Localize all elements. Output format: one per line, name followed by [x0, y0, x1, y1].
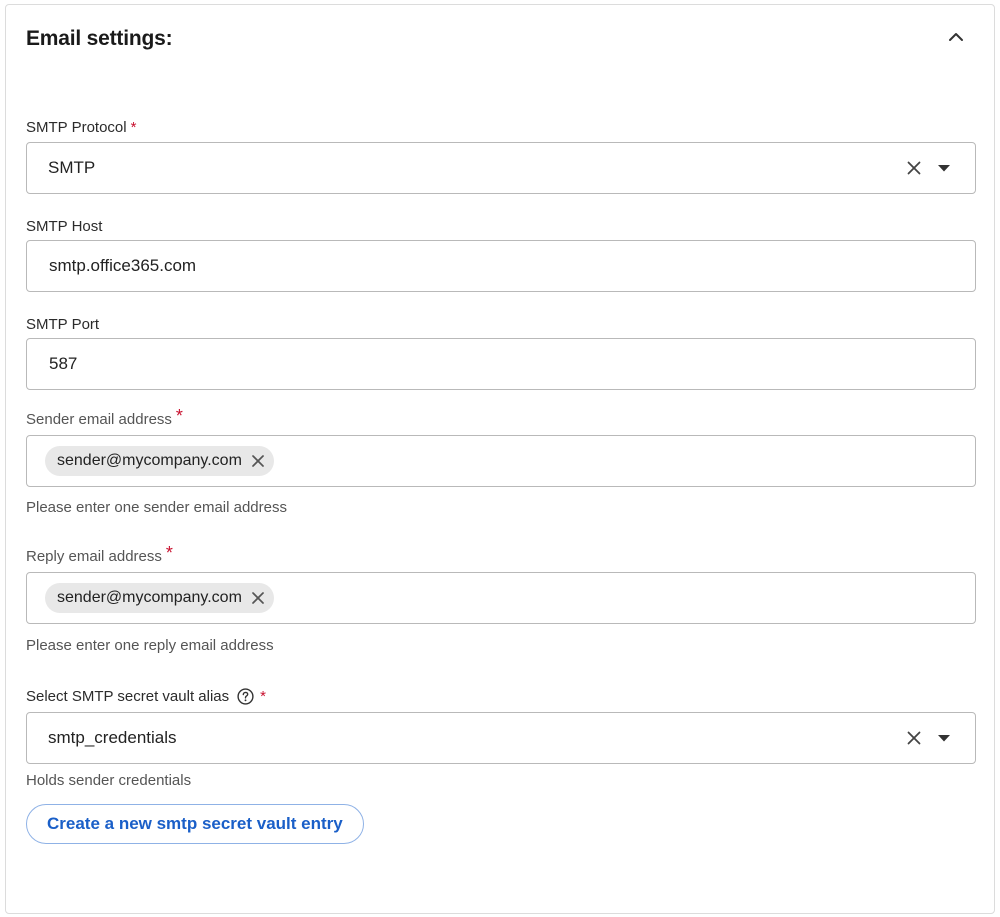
- smtp-protocol-label-text: SMTP Protocol: [26, 119, 127, 136]
- sender-email-chip-text: sender@mycompany.com: [57, 452, 242, 469]
- collapse-button[interactable]: [944, 25, 968, 49]
- smtp-port-input[interactable]: 587: [27, 354, 975, 374]
- close-icon: [907, 731, 921, 745]
- smtp-protocol-value: SMTP: [48, 158, 96, 177]
- reply-email-label: Reply email address *: [26, 543, 173, 567]
- reply-email-chip: sender@mycompany.com: [45, 583, 274, 613]
- reply-email-chip-text: sender@mycompany.com: [57, 589, 242, 606]
- reply-email-hint: Please enter one reply email address: [26, 637, 274, 654]
- smtp-host-label: SMTP Host: [26, 218, 102, 235]
- sender-email-chip-remove-button[interactable]: [250, 453, 266, 469]
- smtp-protocol-clear-button[interactable]: [905, 159, 923, 177]
- panel-title: Email settings:: [26, 27, 173, 50]
- sender-email-hint: Please enter one sender email address: [26, 499, 287, 516]
- question-circle-icon[interactable]: [237, 688, 254, 705]
- caret-down-icon: [938, 734, 950, 741]
- caret-down-icon: [938, 164, 950, 171]
- smtp-port-label-text: SMTP Port: [26, 316, 100, 333]
- chevron-up-icon: [949, 33, 963, 41]
- email-settings-panel: Email settings: SMTP Protocol * SMTP SMT…: [5, 4, 995, 914]
- close-icon: [907, 161, 921, 175]
- required-marker: *: [165, 543, 173, 563]
- required-marker: *: [260, 688, 266, 705]
- sender-email-chip: sender@mycompany.com: [45, 446, 274, 476]
- required-marker: *: [175, 406, 183, 426]
- create-vault-entry-button[interactable]: Create a new smtp secret vault entry: [26, 804, 364, 844]
- sender-email-field[interactable]: sender@mycompany.com: [26, 435, 976, 487]
- reply-email-label-text: Reply email address: [26, 548, 162, 565]
- sender-email-label: Sender email address *: [26, 406, 183, 430]
- smtp-host-field[interactable]: smtp.office365.com: [26, 240, 976, 292]
- vault-alias-label-text: Select SMTP secret vault alias: [26, 688, 230, 705]
- vault-alias-select[interactable]: smtp_credentials: [26, 712, 976, 764]
- vault-alias-hint: Holds sender credentials: [26, 772, 192, 789]
- close-icon: [252, 455, 264, 467]
- close-icon: [252, 592, 264, 604]
- vault-alias-dropdown-button[interactable]: [937, 731, 951, 745]
- reply-email-chip-remove-button[interactable]: [250, 590, 266, 606]
- smtp-protocol-label: SMTP Protocol *: [26, 119, 136, 136]
- smtp-protocol-dropdown-button[interactable]: [937, 161, 951, 175]
- reply-email-field[interactable]: sender@mycompany.com: [26, 572, 976, 624]
- smtp-protocol-select[interactable]: SMTP: [26, 142, 976, 194]
- vault-alias-value: smtp_credentials: [48, 728, 177, 747]
- smtp-port-field[interactable]: 587: [26, 338, 976, 390]
- smtp-host-label-text: SMTP Host: [26, 218, 103, 235]
- smtp-host-input[interactable]: smtp.office365.com: [27, 256, 975, 276]
- vault-alias-clear-button[interactable]: [905, 729, 923, 747]
- smtp-port-label: SMTP Port: [26, 316, 99, 333]
- vault-alias-label: Select SMTP secret vault alias *: [26, 688, 266, 705]
- required-marker: *: [130, 119, 137, 136]
- sender-email-label-text: Sender email address: [26, 411, 172, 428]
